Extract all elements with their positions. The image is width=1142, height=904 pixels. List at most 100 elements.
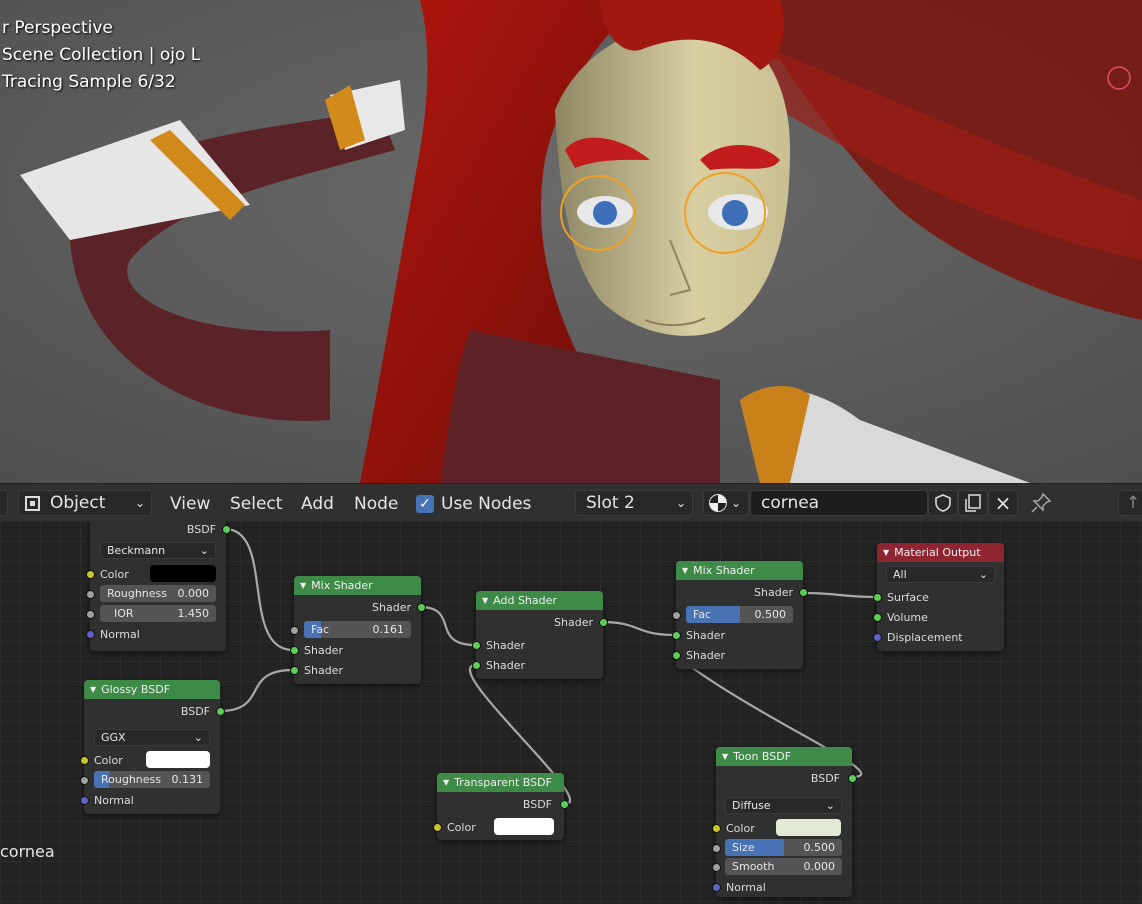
toon-smooth-field[interactable]: Smooth 0.000 [725,858,842,875]
toon-size-label: Size [732,841,755,854]
transparent-header[interactable]: ▼ Transparent BSDF [437,773,564,792]
mix1-header[interactable]: ▼ Mix Shader [294,576,421,595]
glossy-title: Glossy BSDF [101,683,171,696]
transparent-color-swatch[interactable] [494,818,554,835]
mix2-fac-field[interactable]: Fac 0.500 [686,606,793,623]
glass-ior-socket[interactable] [86,610,95,619]
mix1-output-label: Shader [372,600,411,614]
mix1-title: Mix Shader [311,579,373,592]
mix1-fac-socket[interactable] [290,626,299,635]
glossy-color-swatch[interactable] [146,751,210,768]
material-browse-button[interactable]: ⌄ [703,490,749,516]
glossy-roughness-field[interactable]: Roughness 0.131 [94,771,210,788]
glass-color-socket[interactable] [86,570,95,579]
collapse-arrow-icon[interactable]: ▼ [682,566,688,575]
menu-select[interactable]: Select [230,494,282,514]
toon-smooth-socket[interactable] [712,863,721,872]
mix2-shader-input-1-socket[interactable] [672,631,681,640]
toon-normal-socket[interactable] [712,883,721,892]
material-name-field[interactable]: cornea [750,490,928,516]
toon-color-socket[interactable] [712,824,721,833]
output-displacement-socket[interactable] [873,633,882,642]
glossy-distribution-dropdown[interactable]: GGX ⌄ [94,729,210,746]
3d-viewport[interactable]: r Perspective Scene Collection | ojo L T… [0,0,1142,483]
glossy-bsdf-node[interactable]: ▼ Glossy BSDF BSDF GGX ⌄ Color Roughness… [80,680,225,814]
material-output-node[interactable]: ▼ Material Output All ⌄ Surface Volume D… [873,543,1004,651]
glass-bsdf-output-socket[interactable] [222,525,231,534]
editor-type-button[interactable] [0,490,8,516]
duplicate-material-button[interactable] [958,490,988,516]
pin-button[interactable] [1030,492,1052,514]
add-shader-node[interactable]: ▼ Add Shader Shader Shader Shader [472,591,608,679]
glass-color-label: Color [100,567,129,581]
glossy-distribution-label: GGX [101,731,126,744]
toon-size-field[interactable]: Size 0.500 [725,839,842,856]
mix1-shader-input-1-label: Shader [304,643,343,657]
add-shader-output-socket[interactable] [599,618,608,627]
shader-node-editor[interactable]: BSDF Beckmann ⌄ Color Roughness 0.000 IO… [0,521,1142,904]
mix-shader-2-node[interactable]: ▼ Mix Shader Shader Fac 0.500 Shader Sha… [672,561,808,669]
object-mode-dropdown[interactable]: Object ⌄ [18,490,152,516]
collapse-arrow-icon[interactable]: ▼ [883,548,889,557]
glass-color-swatch[interactable] [150,565,216,582]
glossy-header[interactable]: ▼ Glossy BSDF [84,680,220,699]
mix1-fac-field[interactable]: Fac 0.161 [304,621,411,638]
glossy-normal-socket[interactable] [80,796,89,805]
glass-roughness-field[interactable]: Roughness 0.000 [100,585,216,602]
glass-roughness-socket[interactable] [86,590,95,599]
menu-add[interactable]: Add [301,494,334,514]
glossy-output-label: BSDF [180,704,210,718]
toon-bsdf-node[interactable]: ▼ Toon BSDF BSDF Diffuse ⌄ Color Size 0.… [712,747,857,897]
toon-color-swatch[interactable] [776,819,841,836]
use-nodes-toggle[interactable]: ✓ Use Nodes [416,493,531,515]
slot-dropdown[interactable]: Slot 2 ⌄ [575,490,693,516]
mix1-shader-input-1-socket[interactable] [290,646,299,655]
toon-header[interactable]: ▼ Toon BSDF [716,747,852,766]
checkbox-checked-icon[interactable]: ✓ [416,495,434,513]
transparent-bsdf-output-socket[interactable] [560,800,569,809]
output-volume-socket[interactable] [873,613,882,622]
mix2-shader-input-2-socket[interactable] [672,651,681,660]
glossy-bsdf-output-socket[interactable] [216,707,225,716]
add-shader-input-1-socket[interactable] [472,641,481,650]
mix1-shader-output-socket[interactable] [417,603,426,612]
collapse-arrow-icon[interactable]: ▼ [90,685,96,694]
glass-ior-field[interactable]: IOR 1.450 [100,605,216,622]
chevron-down-icon: ⌄ [134,496,145,510]
toon-component-dropdown[interactable]: Diffuse ⌄ [725,797,842,814]
mix2-fac-socket[interactable] [672,611,681,620]
parent-node-tree-button[interactable]: ↑ [1118,490,1142,516]
transparent-bsdf-node[interactable]: ▼ Transparent BSDF BSDF Color [433,773,569,840]
output-header[interactable]: ▼ Material Output [877,543,1004,562]
menu-node[interactable]: Node [354,494,398,514]
unlink-material-button[interactable]: × [988,490,1018,516]
glass-normal-label: Normal [100,627,140,641]
glossy-color-label: Color [94,753,123,767]
glossy-color-socket[interactable] [80,756,89,765]
glass-normal-socket[interactable] [86,630,95,639]
glossy-roughness-label: Roughness [101,773,162,786]
collapse-arrow-icon[interactable]: ▼ [722,752,728,761]
mix1-shader-input-2-socket[interactable] [290,666,299,675]
fake-user-button[interactable] [928,490,958,516]
toon-bsdf-output-socket[interactable] [848,774,857,783]
toon-size-socket[interactable] [712,844,721,853]
glossy-roughness-socket[interactable] [80,776,89,785]
mix2-header[interactable]: ▼ Mix Shader [676,561,803,580]
output-surface-label: Surface [887,590,929,604]
output-target-dropdown[interactable]: All ⌄ [886,566,995,583]
add-shader-input-2-socket[interactable] [472,661,481,670]
collapse-arrow-icon[interactable]: ▼ [482,596,488,605]
glass-ior-value: 1.450 [177,607,210,620]
mix2-fac-value: 0.500 [754,608,787,621]
mix-shader-1-node[interactable]: ▼ Mix Shader Shader Fac 0.161 Shader Sha… [290,576,426,684]
transparent-color-socket[interactable] [433,823,442,832]
collapse-arrow-icon[interactable]: ▼ [443,778,449,787]
add-header[interactable]: ▼ Add Shader [476,591,603,610]
glass-bsdf-node[interactable]: BSDF Beckmann ⌄ Color Roughness 0.000 IO… [86,521,231,651]
collapse-arrow-icon[interactable]: ▼ [300,581,306,590]
output-surface-socket[interactable] [873,593,882,602]
menu-view[interactable]: View [170,494,210,514]
mix2-shader-output-socket[interactable] [799,588,808,597]
glass-distribution-dropdown[interactable]: Beckmann ⌄ [100,542,216,559]
